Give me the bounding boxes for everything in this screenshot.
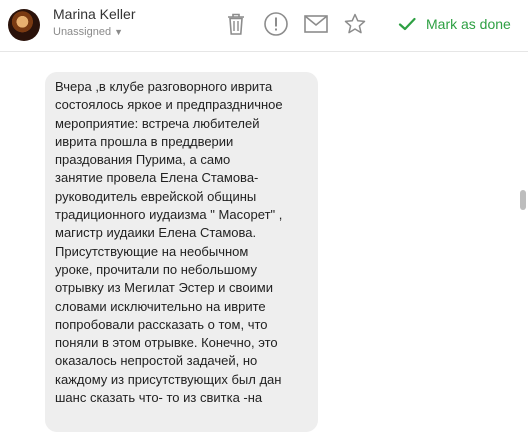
contact-name[interactable]: Marina Keller xyxy=(53,6,135,22)
avatar[interactable] xyxy=(8,9,40,41)
envelope-icon[interactable] xyxy=(302,10,330,38)
checkmark-icon xyxy=(398,17,416,31)
assign-label: Unassigned xyxy=(53,26,112,38)
chevron-down-icon: ▼ xyxy=(114,27,124,37)
conversation-header: Marina Keller Unassigned ▼ Mark as done xyxy=(0,0,528,52)
mark-as-done-button[interactable]: Mark as done xyxy=(398,13,511,35)
assign-dropdown[interactable]: Unassigned ▼ xyxy=(53,26,123,38)
trash-icon[interactable] xyxy=(222,10,250,38)
message-text: Вчера ,в клубе разговорного иврита состо… xyxy=(55,79,283,406)
alert-icon[interactable] xyxy=(262,10,290,38)
star-icon[interactable] xyxy=(341,10,369,38)
mark-as-done-label: Mark as done xyxy=(426,16,511,32)
scrollbar-thumb[interactable] xyxy=(520,190,526,210)
